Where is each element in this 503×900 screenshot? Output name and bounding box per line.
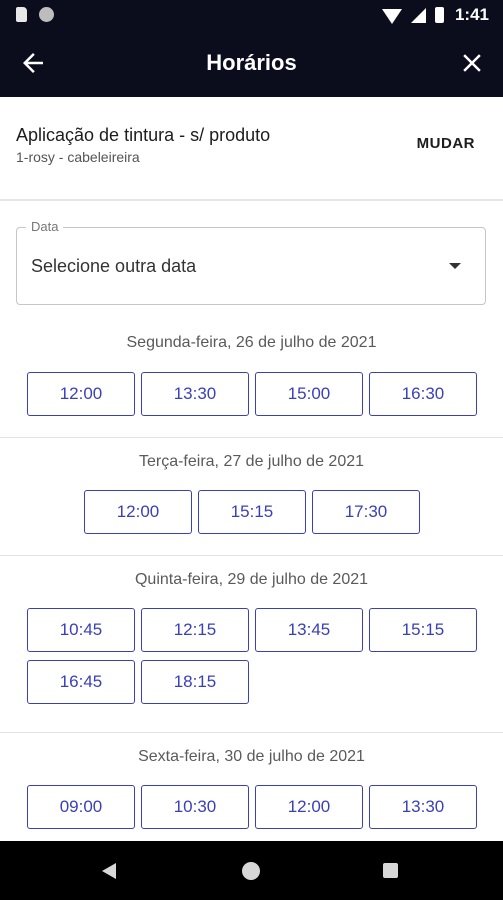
app-bar: Horários: [0, 30, 503, 97]
status-time: 1:41: [454, 5, 489, 24]
time-slot-list: 12:00 15:15 17:30: [27, 490, 477, 534]
system-nav-bar: [0, 841, 503, 900]
time-slot-button[interactable]: 15:00: [255, 372, 363, 416]
time-slot-button[interactable]: 12:00: [84, 490, 192, 534]
service-summary: Aplicação de tintura - s/ produto 1-rosy…: [0, 97, 503, 201]
time-slot-button[interactable]: 18:15: [141, 660, 249, 704]
time-slot-button[interactable]: 12:15: [141, 608, 249, 652]
close-icon[interactable]: [457, 48, 487, 78]
time-slot-button[interactable]: 16:45: [27, 660, 135, 704]
battery-icon: [434, 7, 444, 23]
day-section: Terça-feira, 27 de julho de 2021 12:00 1…: [0, 438, 503, 556]
time-slot-list: 12:00 13:30 15:00 16:30: [27, 372, 477, 416]
date-field-value: Selecione outra data: [31, 256, 197, 276]
time-slot-list: 09:00 10:30 12:00 13:30: [27, 785, 477, 829]
service-professional: 1-rosy - cabeleireira: [16, 149, 140, 165]
time-slot-button[interactable]: 15:15: [198, 490, 306, 534]
day-section: Sexta-feira, 30 de julho de 2021 09:00 1…: [0, 733, 503, 841]
day-section: Quinta-feira, 29 de julho de 2021 10:45 …: [0, 556, 503, 733]
time-slot-button[interactable]: 10:45: [27, 608, 135, 652]
signal-icon: [410, 7, 426, 23]
sd-card-icon: [16, 7, 27, 22]
notification-dot-icon: [39, 7, 54, 22]
wifi-icon: [381, 8, 402, 24]
time-slot-button[interactable]: 10:30: [141, 785, 249, 829]
day-label: Terça-feira, 27 de julho de 2021: [138, 453, 365, 470]
time-slot-button[interactable]: 13:30: [369, 785, 477, 829]
nav-back-icon[interactable]: [102, 863, 116, 879]
time-slot-button[interactable]: 09:00: [27, 785, 135, 829]
time-slot-button[interactable]: 12:00: [255, 785, 363, 829]
day-label: Quinta-feira, 29 de julho de 2021: [134, 571, 369, 588]
time-slot-button[interactable]: 13:30: [141, 372, 249, 416]
day-label: Segunda-feira, 26 de julho de 2021: [126, 334, 377, 351]
status-bar: 1:41: [0, 0, 503, 30]
time-slot-list: 10:45 12:15 13:45 15:15 16:45 18:15: [27, 608, 477, 704]
service-name: Aplicação de tintura - s/ produto: [16, 125, 271, 145]
day-label: Sexta-feira, 30 de julho de 2021: [138, 748, 365, 765]
day-section: Segunda-feira, 26 de julho de 2021 12:00…: [0, 320, 503, 438]
dropdown-arrow-icon: [449, 263, 461, 269]
date-field-label: Data: [26, 219, 64, 234]
time-slot-button[interactable]: 15:15: [369, 608, 477, 652]
time-slot-button[interactable]: 17:30: [312, 490, 420, 534]
time-slot-button[interactable]: 12:00: [27, 372, 135, 416]
date-select[interactable]: Data Selecione outra data: [16, 219, 486, 305]
change-service-button[interactable]: MUDAR: [417, 135, 475, 152]
time-slot-button[interactable]: 16:30: [369, 372, 477, 416]
nav-home-icon[interactable]: [242, 862, 260, 880]
nav-recent-apps-icon[interactable]: [383, 863, 398, 878]
time-slot-button[interactable]: 13:45: [255, 608, 363, 652]
page-title: Horários: [206, 50, 297, 75]
